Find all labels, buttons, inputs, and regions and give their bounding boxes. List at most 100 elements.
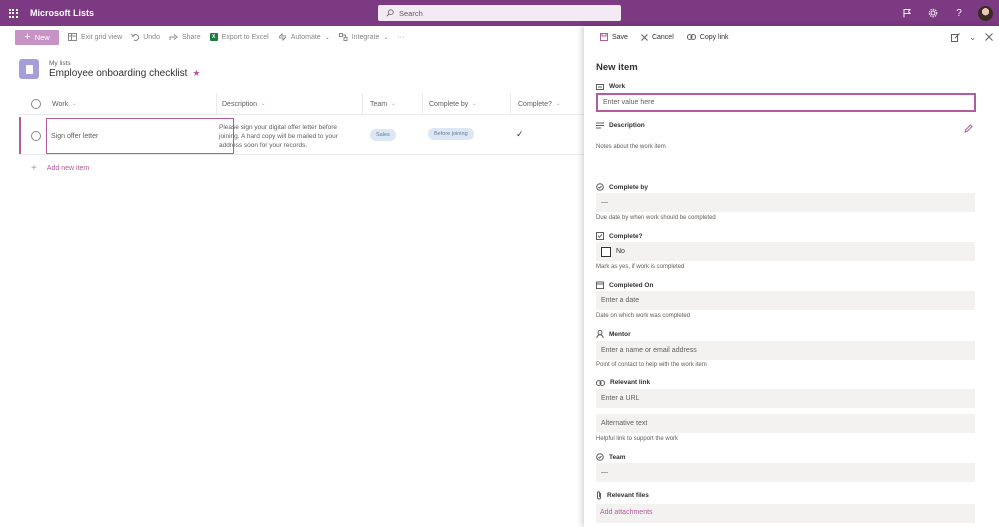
share-button[interactable]: Share <box>169 33 201 41</box>
relevant-link-alt-input[interactable]: Alternative text <box>596 414 975 433</box>
multiline-text-icon <box>596 122 604 129</box>
link-icon <box>596 379 605 386</box>
mentor-input[interactable]: Enter a name or email address <box>596 341 975 360</box>
new-button-label: New <box>34 32 50 42</box>
cancel-button[interactable]: Cancel <box>641 34 674 41</box>
completed-on-input[interactable]: Enter a date <box>596 291 975 310</box>
choice-icon <box>596 453 604 461</box>
column-header-description[interactable]: Description ⌄ <box>222 93 266 115</box>
complete-checkbox[interactable] <box>601 246 611 257</box>
command-bar: + New Exit grid view Undo Share X Export… <box>0 27 584 47</box>
checkmark-icon[interactable]: ✓ <box>516 129 524 140</box>
undo-button[interactable]: Undo <box>131 33 160 41</box>
more-button[interactable]: ··· <box>397 34 404 41</box>
help-icon[interactable]: ? <box>946 0 972 26</box>
gear-icon[interactable] <box>920 0 946 26</box>
row-select-radio[interactable] <box>31 131 41 141</box>
column-header-team[interactable]: Team ⌄ <box>370 93 396 115</box>
team-dropdown[interactable]: — <box>596 463 975 482</box>
calendar-icon <box>596 281 604 289</box>
search-input[interactable]: Search <box>378 5 621 21</box>
column-header-complete[interactable]: Complete? ⌄ <box>518 93 560 115</box>
row-selection-accent <box>19 117 21 154</box>
share-label: Share <box>181 33 201 41</box>
chevron-down-icon: ⌄ <box>324 34 330 41</box>
exit-grid-label: Exit grid view <box>81 33 123 41</box>
chevron-down-icon: ⌄ <box>555 101 561 107</box>
list-header: My lists Employee onboarding checklist ★ <box>19 59 201 79</box>
relevant-link-field-label: Relevant link <box>596 379 650 386</box>
work-cell[interactable]: Sign offer letter <box>46 118 234 154</box>
cancel-label: Cancel <box>651 33 674 41</box>
more-icon: ··· <box>397 33 405 41</box>
table-row[interactable]: Sign offer letter Please sign your digit… <box>19 117 584 155</box>
choice-icon <box>596 183 604 191</box>
relevant-link-help: Helpful link to support the work <box>596 436 679 442</box>
plus-icon: + <box>24 30 31 43</box>
column-header-work[interactable]: Work ⌄ <box>52 93 77 115</box>
work-input[interactable]: Enter value here <box>596 93 976 112</box>
save-button[interactable]: Save <box>600 33 628 41</box>
edit-form-icon[interactable] <box>951 32 961 42</box>
grid-icon <box>68 33 77 41</box>
search-placeholder: Search <box>399 8 423 18</box>
description-cell[interactable]: Please sign your digital offer letter be… <box>219 123 349 150</box>
panel-title: New item <box>596 62 638 73</box>
favorite-star-icon[interactable]: ★ <box>192 68 200 79</box>
close-icon <box>641 33 648 41</box>
select-all-radio[interactable] <box>31 99 41 109</box>
save-icon <box>600 33 608 41</box>
chevron-down-icon: ⌄ <box>391 101 396 107</box>
chevron-down-icon[interactable]: ⌄ <box>969 33 976 42</box>
complete-field-label: Complete? <box>596 232 643 240</box>
plus-icon: + <box>31 163 37 174</box>
add-new-item-button[interactable]: + Add new item <box>31 163 89 174</box>
copy-link-button[interactable]: Copy link <box>686 33 729 41</box>
description-field-label: Description <box>596 122 645 129</box>
automate-button[interactable]: Automate ⌄ <box>278 33 330 41</box>
description-input[interactable]: Notes about the work item <box>596 144 666 150</box>
waffle-icon[interactable] <box>2 0 24 26</box>
breadcrumb[interactable]: My lists <box>49 60 201 67</box>
undo-label: Undo <box>143 33 160 41</box>
flag-icon[interactable] <box>894 0 920 26</box>
automate-label: Automate <box>290 33 321 41</box>
chevron-down-icon: ⌄ <box>72 101 77 107</box>
person-icon <box>596 330 604 338</box>
page-title: Employee onboarding checklist <box>49 67 188 79</box>
share-icon <box>169 33 178 41</box>
export-to-excel-button[interactable]: X Export to Excel <box>209 33 269 41</box>
list-icon <box>19 59 39 79</box>
save-label: Save <box>612 33 628 41</box>
chevron-down-icon: ⌄ <box>472 101 477 107</box>
export-label: Export to Excel <box>221 33 269 41</box>
integrate-button[interactable]: Integrate ⌄ <box>338 33 388 41</box>
text-field-icon <box>596 83 604 90</box>
add-new-item-label: Add new item <box>46 165 90 172</box>
work-field-label: Work <box>596 83 625 90</box>
complete-by-help: Due date by when work should be complete… <box>596 215 716 221</box>
app-title[interactable]: Microsoft Lists <box>30 8 94 18</box>
complete-by-field-label: Complete by <box>596 183 648 191</box>
complete-toggle[interactable]: No <box>596 242 975 261</box>
add-attachments-link[interactable]: Add attachments <box>600 509 653 516</box>
team-pill[interactable]: Sales <box>370 129 396 141</box>
mentor-help: Point of contact to help with the work i… <box>596 362 707 368</box>
relevant-link-url-input[interactable]: Enter a URL <box>596 389 975 408</box>
copy-link-label: Copy link <box>699 33 729 41</box>
complete-by-dropdown[interactable]: — <box>596 193 975 212</box>
new-button[interactable]: + New <box>15 29 59 45</box>
completed-on-field-label: Completed On <box>596 281 653 289</box>
mentor-field-label: Mentor <box>596 330 631 338</box>
close-panel-icon[interactable] <box>985 33 993 41</box>
team-field-label: Team <box>596 453 626 461</box>
app-bar: Microsoft Lists Search ? <box>0 0 999 26</box>
new-item-panel: Save Cancel Copy link ⌄ New item Work En… <box>584 26 999 527</box>
paperclip-icon <box>596 491 602 500</box>
column-header-complete-by[interactable]: Complete by ⌄ <box>429 93 477 115</box>
pencil-icon[interactable] <box>964 124 973 133</box>
complete-by-pill[interactable]: Before joining <box>428 128 474 140</box>
completed-on-help: Date on which work was completed <box>596 313 691 319</box>
avatar[interactable] <box>978 5 993 21</box>
exit-grid-view-button[interactable]: Exit grid view <box>68 33 122 41</box>
